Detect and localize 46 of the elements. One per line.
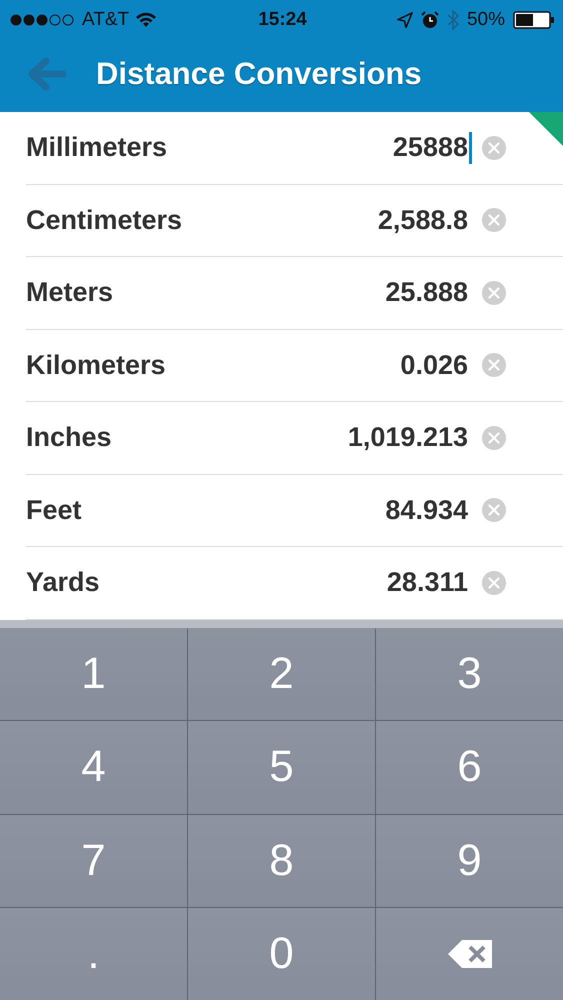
screen-title: Distance Conversions [96, 56, 422, 92]
backspace-key[interactable] [376, 908, 563, 1000]
bluetooth-icon [446, 10, 459, 30]
clear-icon[interactable] [482, 426, 506, 450]
keypad-key[interactable]: 1 [0, 628, 187, 720]
keypad-key[interactable]: 2 [188, 628, 375, 720]
clear-icon[interactable] [482, 136, 506, 160]
location-arrow-icon [396, 12, 413, 28]
unit-label: Centimeters [26, 204, 184, 236]
clear-icon[interactable] [482, 353, 506, 378]
keypad-key[interactable]: 9 [376, 814, 563, 907]
back-arrow-icon[interactable] [26, 57, 66, 91]
keypad-key[interactable]: 5 [188, 721, 375, 814]
keypad-key[interactable]: 4 [0, 721, 187, 814]
keypad-key[interactable]: 3 [376, 628, 563, 720]
unit-label: Yards [26, 567, 101, 598]
keypad-key[interactable]: 0 [188, 908, 375, 1000]
wifi-icon [135, 12, 158, 28]
value-field[interactable]: 1,019.213 [348, 422, 472, 454]
unit-label: Meters [26, 277, 114, 308]
value-field[interactable]: 25888 [392, 132, 472, 164]
clear-icon[interactable] [482, 570, 506, 595]
battery-icon [513, 11, 556, 29]
keypad-key[interactable]: 7 [0, 814, 187, 907]
clear-icon[interactable] [482, 280, 506, 305]
unit-label: Millimeters [26, 132, 168, 164]
backspace-icon [446, 938, 494, 970]
value-field[interactable]: 84.934 [385, 494, 472, 526]
signal-icon [10, 14, 76, 26]
battery-percent: 50% [466, 9, 506, 31]
unit-label: Inches [26, 422, 113, 454]
value-field[interactable]: 0.026 [400, 349, 472, 382]
carrier-name: AT&T [82, 9, 130, 31]
clear-icon[interactable] [482, 208, 506, 232]
value-field[interactable]: 2,588.8 [378, 204, 472, 236]
keypad-key[interactable]: 8 [188, 814, 375, 907]
keypad-key[interactable]: . [0, 908, 187, 1000]
keypad-key[interactable]: 6 [376, 721, 563, 814]
alarm-clock-icon [420, 11, 439, 29]
corner-ribbon-icon [529, 112, 563, 146]
clock-time: 15:24 [258, 9, 307, 31]
unit-label: Feet [26, 494, 83, 526]
value-field[interactable]: 28.311 [386, 566, 472, 599]
value-field[interactable]: 25.888 [385, 276, 472, 309]
clear-icon[interactable] [482, 498, 506, 522]
unit-label: Kilometers [26, 350, 167, 381]
